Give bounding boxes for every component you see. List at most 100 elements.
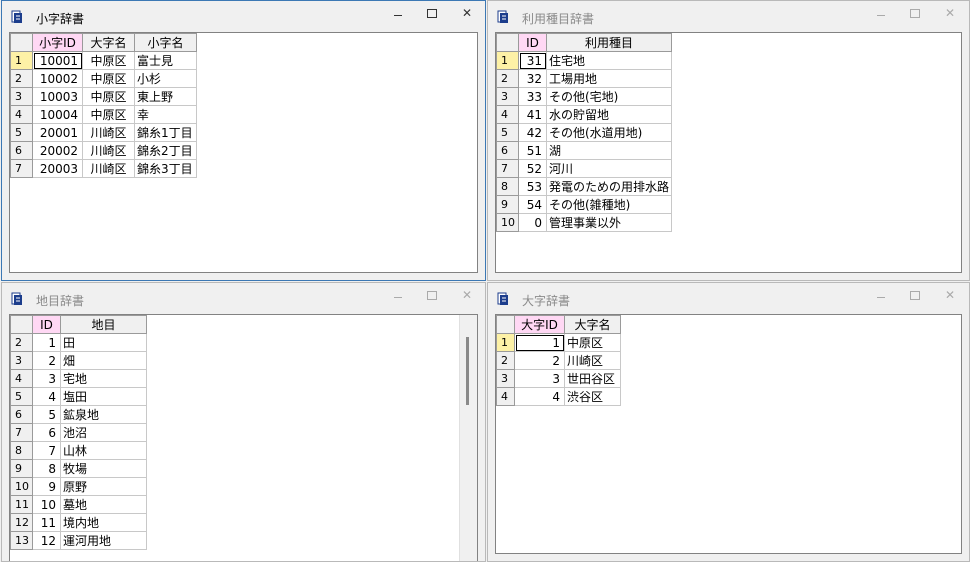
minimize-button[interactable] — [385, 4, 411, 24]
cell[interactable]: 2 — [32, 351, 61, 370]
row-selector[interactable]: 10 — [10, 477, 33, 496]
close-button[interactable]: ✕ — [937, 286, 963, 306]
column-header[interactable]: 小字ID — [32, 33, 83, 52]
riyo-titlebar[interactable]: 利用種目辞書 ✕ — [488, 1, 969, 32]
column-header[interactable]: 利用種目 — [545, 33, 673, 52]
vertical-scrollbar[interactable] — [459, 315, 477, 561]
column-header[interactable]: 大字ID — [514, 315, 565, 334]
cell[interactable]: 湖 — [545, 141, 673, 160]
row-selector[interactable]: 6 — [10, 405, 33, 424]
cell[interactable]: 12 — [32, 531, 61, 550]
chimoku-titlebar[interactable]: 地目辞書 ✕ — [2, 283, 485, 314]
cell[interactable]: 墓地 — [60, 495, 147, 514]
cell[interactable]: 8 — [32, 459, 61, 478]
column-header[interactable]: ID — [32, 315, 61, 334]
cell[interactable]: 田 — [60, 333, 147, 352]
minimize-button[interactable] — [868, 4, 894, 24]
close-button[interactable]: ✕ — [454, 286, 480, 306]
cell[interactable]: 4 — [32, 387, 61, 406]
cell[interactable]: 川崎区 — [82, 123, 135, 142]
row-selector[interactable]: 12 — [10, 513, 33, 532]
cell[interactable]: 10 — [32, 495, 61, 514]
cell[interactable]: 住宅地 — [545, 51, 673, 70]
cell[interactable]: 世田谷区 — [564, 369, 621, 388]
cell[interactable]: 0 — [518, 213, 547, 232]
cell[interactable]: 20001 — [32, 123, 83, 142]
row-selector[interactable]: 7 — [10, 159, 33, 178]
cell[interactable]: 工場用地 — [545, 69, 673, 88]
row-selector[interactable]: 11 — [10, 495, 33, 514]
cell[interactable]: 10004 — [32, 105, 83, 124]
cell[interactable]: 原野 — [60, 477, 147, 496]
cell[interactable]: 2 — [514, 351, 565, 370]
cell[interactable]: 錦糸1丁目 — [134, 123, 197, 142]
maximize-button[interactable] — [902, 286, 928, 306]
cell[interactable]: 20002 — [32, 141, 83, 160]
cell[interactable]: 11 — [32, 513, 61, 532]
row-selector[interactable]: 9 — [496, 195, 519, 214]
cell[interactable]: 41 — [518, 105, 547, 124]
column-header[interactable]: 小字名 — [134, 33, 197, 52]
close-button[interactable]: ✕ — [937, 4, 963, 24]
cell[interactable]: 宅地 — [60, 369, 147, 388]
cell[interactable]: 運河用地 — [60, 531, 147, 550]
row-selector[interactable]: 7 — [10, 423, 33, 442]
row-selector[interactable]: 5 — [10, 387, 33, 406]
cell[interactable]: 52 — [518, 159, 547, 178]
cell[interactable]: 1 — [514, 333, 565, 352]
cell[interactable]: その他(雑種地) — [545, 195, 673, 214]
column-header[interactable]: 大字名 — [564, 315, 621, 334]
cell[interactable]: 9 — [32, 477, 61, 496]
cell[interactable]: 31 — [518, 51, 547, 70]
row-selector[interactable]: 4 — [496, 105, 519, 124]
row-selector[interactable]: 9 — [10, 459, 33, 478]
cell[interactable]: 境内地 — [60, 513, 147, 532]
cell[interactable]: 水の貯留地 — [545, 105, 673, 124]
maximize-button[interactable] — [419, 286, 445, 306]
column-header[interactable]: 大字名 — [82, 33, 135, 52]
row-selector[interactable]: 6 — [496, 141, 519, 160]
cell[interactable]: 1 — [32, 333, 61, 352]
grid-corner[interactable] — [496, 315, 515, 334]
cell[interactable]: 川崎区 — [82, 141, 135, 160]
oaza-titlebar[interactable]: 大字辞書 ✕ — [488, 283, 969, 314]
row-selector[interactable]: 2 — [496, 69, 519, 88]
cell[interactable]: 7 — [32, 441, 61, 460]
cell[interactable]: 山林 — [60, 441, 147, 460]
row-selector[interactable]: 5 — [496, 123, 519, 142]
cell[interactable]: 管理事業以外 — [545, 213, 673, 232]
row-selector[interactable]: 3 — [496, 87, 519, 106]
koaza-titlebar[interactable]: 小字辞書 ✕ — [2, 1, 485, 32]
cell[interactable]: 池沼 — [60, 423, 147, 442]
grid-corner[interactable] — [496, 33, 519, 52]
maximize-button[interactable] — [419, 4, 445, 24]
row-selector[interactable]: 3 — [496, 369, 515, 388]
row-selector[interactable]: 13 — [10, 531, 33, 550]
row-selector[interactable]: 6 — [10, 141, 33, 160]
row-selector[interactable]: 8 — [10, 441, 33, 460]
row-selector[interactable]: 3 — [10, 351, 33, 370]
minimize-button[interactable] — [385, 286, 411, 306]
cell[interactable]: 錦糸3丁目 — [134, 159, 197, 178]
cell[interactable]: 33 — [518, 87, 547, 106]
row-selector[interactable]: 7 — [496, 159, 519, 178]
cell[interactable]: 6 — [32, 423, 61, 442]
cell[interactable]: 中原区 — [564, 333, 621, 352]
row-selector[interactable]: 5 — [10, 123, 33, 142]
cell[interactable]: 5 — [32, 405, 61, 424]
cell[interactable]: 鉱泉地 — [60, 405, 147, 424]
cell[interactable]: 10002 — [32, 69, 83, 88]
column-header[interactable]: ID — [518, 33, 547, 52]
row-selector[interactable]: 4 — [10, 105, 33, 124]
grid-corner[interactable] — [10, 33, 33, 52]
cell[interactable]: 中原区 — [82, 105, 135, 124]
row-selector[interactable]: 8 — [496, 177, 519, 196]
cell[interactable]: 畑 — [60, 351, 147, 370]
close-button[interactable]: ✕ — [454, 4, 480, 24]
cell[interactable]: 10001 — [32, 51, 83, 70]
cell[interactable]: 川崎区 — [564, 351, 621, 370]
cell[interactable]: 小杉 — [134, 69, 197, 88]
cell[interactable]: 富士見 — [134, 51, 197, 70]
cell[interactable]: 中原区 — [82, 51, 135, 70]
cell[interactable]: 錦糸2丁目 — [134, 141, 197, 160]
